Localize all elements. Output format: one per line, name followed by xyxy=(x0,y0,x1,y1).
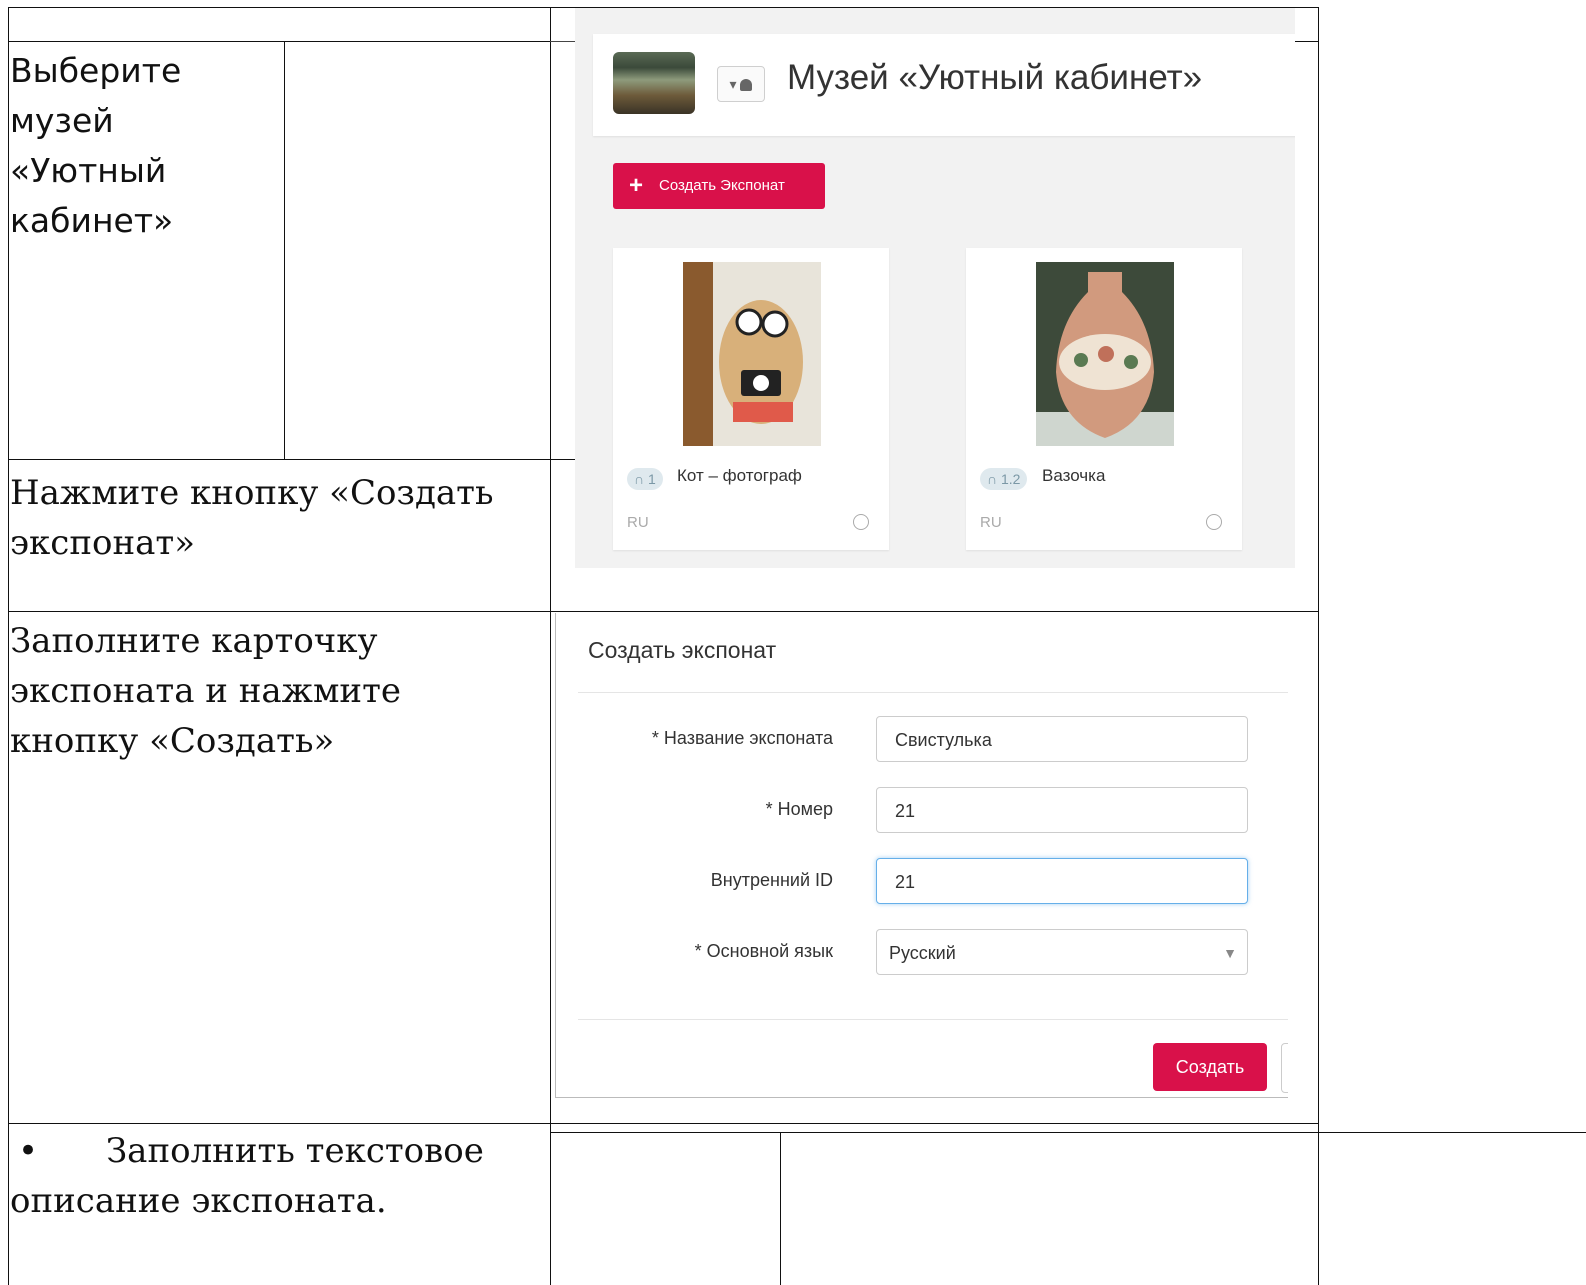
exhibit-card[interactable]: ∩ 1 Кот – фотограф RU xyxy=(613,248,889,550)
step4-text-content: Заполнить текстовое описание экспоната. xyxy=(10,1131,484,1221)
exhibit-image-cat xyxy=(683,262,821,446)
plus-icon: + xyxy=(629,172,644,199)
step2-text: Нажмите кнопку «Создать экспонат» xyxy=(10,473,494,563)
table-border-left xyxy=(8,7,9,1285)
inner-col-line xyxy=(284,41,285,460)
step4-text: Заполнить текстовое описание экспоната. xyxy=(10,1126,530,1226)
museum-screenshot: ▾ Музей «Уютный кабинет» + Создать Экспо… xyxy=(575,8,1295,568)
create-exhibit-label: Создать Экспонат xyxy=(659,177,785,194)
exhibit-number-input[interactable]: 21 xyxy=(876,787,1248,833)
step1-text: Выберите музей «Уютный кабинет» xyxy=(10,51,182,240)
step3-text: Заполните карточку экспоната и нажмите к… xyxy=(10,621,401,761)
table-border-mid xyxy=(550,7,551,1285)
language-select[interactable]: Русский ▼ xyxy=(876,929,1248,975)
language-select-value: Русский xyxy=(889,943,956,963)
row-line-1 xyxy=(8,41,551,42)
modal-title: Создать экспонат xyxy=(588,637,777,663)
user-icon xyxy=(740,79,753,92)
cancel-button[interactable] xyxy=(1281,1043,1288,1093)
exhibit-number-badge: ∩ 1 xyxy=(627,468,663,490)
museum-thumbnail xyxy=(613,52,695,114)
row-line-4 xyxy=(8,1123,1319,1124)
globe-icon xyxy=(1206,514,1222,530)
field-label-language: * Основной язык xyxy=(694,941,833,961)
exhibit-title[interactable]: Вазочка xyxy=(1042,466,1105,486)
headphones-icon: ∩ xyxy=(634,471,645,487)
table-border-right xyxy=(1318,7,1319,1285)
exhibit-number-badge: ∩ 1.2 xyxy=(980,468,1028,490)
role-dropdown-button[interactable]: ▾ xyxy=(717,66,765,102)
museum-title: Музей «Уютный кабинет» xyxy=(787,58,1203,97)
globe-icon xyxy=(853,514,869,530)
headphones-icon: ∩ xyxy=(987,471,998,487)
modal-header-divider xyxy=(578,692,1288,693)
exhibit-name-input[interactable]: Свистулька xyxy=(876,716,1248,762)
row-line-4b xyxy=(550,1132,1586,1133)
exhibit-title[interactable]: Кот – фотограф xyxy=(677,466,802,486)
exhibit-card[interactable]: ∩ 1.2 Вазочка RU xyxy=(966,248,1242,550)
exhibit-number: 1 xyxy=(647,471,656,487)
field-label-internal-id: Внутренний ID xyxy=(710,870,833,890)
row4-col-line xyxy=(780,1132,781,1285)
exhibit-lang: RU xyxy=(980,514,1002,531)
field-label-name: * Название экспоната xyxy=(651,728,833,748)
field-label-number: * Номер xyxy=(765,799,833,819)
chevron-down-icon: ▼ xyxy=(1223,945,1237,961)
museum-header: ▾ Музей «Уютный кабинет» xyxy=(593,34,1295,136)
create-button[interactable]: Создать xyxy=(1153,1043,1267,1091)
exhibit-number: 1.2 xyxy=(1000,471,1021,487)
create-exhibit-button[interactable]: + Создать Экспонат xyxy=(613,163,825,209)
row-line-3 xyxy=(8,611,1319,612)
modal-footer-divider xyxy=(578,1019,1288,1020)
row-line-1b xyxy=(1295,41,1319,42)
create-exhibit-modal: Создать экспонат * Название экспоната Св… xyxy=(555,613,1288,1098)
exhibit-image-vase xyxy=(1036,262,1174,446)
exhibit-lang: RU xyxy=(627,514,649,531)
caret-down-icon: ▾ xyxy=(729,76,737,92)
internal-id-input[interactable]: 21 xyxy=(876,858,1248,904)
